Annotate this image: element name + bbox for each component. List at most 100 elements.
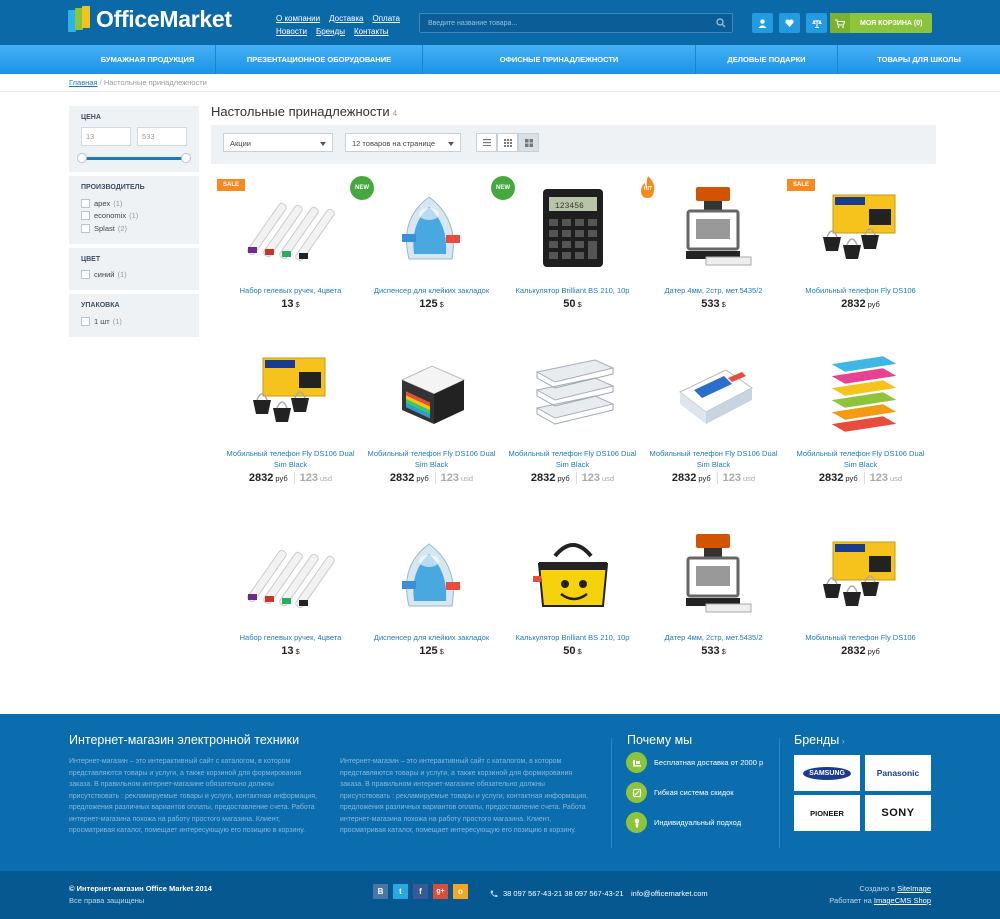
product-pens-image[interactable] <box>243 526 338 621</box>
product-name[interactable]: Диспенсер для клейких закладок <box>364 285 499 296</box>
price-slider-max-handle[interactable] <box>181 153 191 163</box>
nav-item-office[interactable]: ОФИСНЫЕ ПРИНАДЛЕЖНОСТИ <box>423 45 696 74</box>
brand-samsung[interactable]: SAMSUNG <box>794 755 860 791</box>
product-name[interactable]: Датер 4мм, 2стр, мет.5435/2 <box>646 285 781 296</box>
cart-button[interactable]: МОЯ КОРЗИНА (0) <box>830 13 932 33</box>
main-nav: БУМАЖНАЯ ПРОДУКЦИЯ ПРЕЗЕНТАЦИОННОЕ ОБОРУ… <box>0 45 1000 74</box>
search-input[interactable] <box>428 14 708 32</box>
price-currency: $ <box>577 647 582 656</box>
price-slider[interactable] <box>77 152 191 166</box>
price-max-input[interactable] <box>137 127 187 146</box>
maker-filter-title: ПРОИЗВОДИТЕЛЬ <box>81 184 145 191</box>
product-notecube-image[interactable] <box>384 342 479 437</box>
footer-divider <box>611 738 612 848</box>
filter-maker-apex[interactable]: apex (1) <box>81 197 187 210</box>
footer-about-title: Интернет-магазин электронной техники <box>69 733 300 747</box>
user-button[interactable] <box>752 13 773 33</box>
product-name[interactable]: Мобильный телефон Fly DS106 Dual Sim Bla… <box>505 448 640 470</box>
old-price-currency: usd <box>601 474 615 483</box>
link-brands[interactable]: Бренды <box>316 25 345 38</box>
new-badge: NEW <box>350 176 374 200</box>
filter-maker-economix[interactable]: economix (1) <box>81 210 187 223</box>
social-vk[interactable]: B <box>373 884 388 899</box>
compare-button[interactable] <box>806 13 827 33</box>
price-value: 125 <box>419 645 438 657</box>
price-currency: руб <box>845 474 858 483</box>
link-contacts[interactable]: Контакты <box>354 25 389 38</box>
product-price: 533 $ <box>646 298 781 310</box>
checkbox[interactable] <box>81 198 90 208</box>
product-name[interactable]: Мобильный телефон Fly DS106 Dual Sim Bla… <box>223 448 358 470</box>
product-name[interactable]: Набор гелевых ручек, 4цвета <box>223 632 358 643</box>
logo[interactable]: OfficeMarket <box>68 5 232 33</box>
product-name[interactable]: Калькулятор Brilliant BS 210, 10р <box>505 285 640 296</box>
product-dispenser-image[interactable] <box>384 526 479 621</box>
price-value: 13 <box>281 645 294 657</box>
grid-small-icon <box>503 138 512 147</box>
social-facebook[interactable]: f <box>413 884 428 899</box>
link-news[interactable]: Новости <box>276 25 307 38</box>
product-name[interactable]: Калькулятор Brilliant BS 210, 10р <box>505 632 640 643</box>
product-stamp-image[interactable] <box>666 526 761 621</box>
product-name[interactable]: Мобильный телефон Fly DS106 Dual Sim Bla… <box>364 448 499 470</box>
product-colortrays-image[interactable] <box>813 342 908 437</box>
product-name[interactable]: Мобильный телефон Fly DS106 Dual Sim Bla… <box>793 448 928 470</box>
product-clips-image[interactable] <box>243 342 338 437</box>
breadcrumb-home[interactable]: Главная <box>69 78 98 87</box>
brand-sony[interactable]: SONY <box>865 795 931 831</box>
breadcrumb-current: Настольные принадлежности <box>103 78 207 87</box>
cart-label: МОЯ КОРЗИНА (0) <box>860 19 923 27</box>
brand-panasonic[interactable]: Panasonic <box>865 755 931 791</box>
nav-item-presentation[interactable]: ПРЕЗЕНТАЦИОННОЕ ОБОРУДОВАНИЕ <box>216 45 423 74</box>
price-value: 2832 <box>671 472 697 484</box>
link-delivery[interactable]: Доставка <box>329 12 363 25</box>
product-paper-image[interactable] <box>666 342 761 437</box>
brand-pioneer[interactable]: PIONEER <box>794 795 860 831</box>
filter-pack-1pc[interactable]: 1 шт (1) <box>81 315 187 328</box>
filter-color-blue[interactable]: синий (1) <box>81 269 187 282</box>
checkbox[interactable] <box>81 270 90 280</box>
filter-maker-splast[interactable]: Splast (2) <box>81 222 187 235</box>
product-dispenser-image[interactable] <box>384 179 479 274</box>
checkbox[interactable] <box>81 316 90 326</box>
price-min-input[interactable] <box>81 127 131 146</box>
product-bag-image[interactable] <box>525 526 620 621</box>
search-icon[interactable] <box>716 18 726 28</box>
color-filter-title: ЦВЕТ <box>81 255 101 263</box>
product-trays-image[interactable] <box>525 342 620 437</box>
link-about[interactable]: О компании <box>276 12 320 25</box>
price-slider-min-handle[interactable] <box>77 153 87 163</box>
nav-item-gifts[interactable]: ДЕЛОВЫЕ ПОДАРКИ <box>696 45 838 74</box>
product-name[interactable]: Датер 4мм, 2стр, мет.5435/2 <box>646 632 781 643</box>
nav-item-paper[interactable]: БУМАЖНАЯ ПРОДУКЦИЯ <box>68 45 216 74</box>
view-grid-large-button[interactable] <box>518 133 539 152</box>
social-odnoklassniki[interactable]: o <box>453 884 468 899</box>
imagecms-link[interactable]: ImageCMS Shop <box>874 896 931 905</box>
product-clips-image[interactable] <box>813 179 908 274</box>
sort-select[interactable]: Акции <box>223 133 333 152</box>
product-name[interactable]: Мобильный телефон Fly DS106 Dual Sim Bla… <box>646 448 781 470</box>
product-name[interactable]: Набор гелевых ручек, 4цвета <box>223 285 358 296</box>
checkbox[interactable] <box>81 223 90 233</box>
footer-about-text-2: Интернет-магазин – это интерактивный сай… <box>340 758 589 834</box>
email-link[interactable]: info@officemarket.com <box>631 889 708 898</box>
product-name[interactable]: Мобильный телефон Fly DS106 <box>793 632 928 643</box>
product-clips-image[interactable] <box>813 526 908 621</box>
per-page-select[interactable]: 12 товаров на странице <box>345 133 461 152</box>
wishlist-button[interactable] <box>779 13 800 33</box>
product-name[interactable]: Мобильный телефон Fly DS106 <box>793 285 928 296</box>
link-payment[interactable]: Оплата <box>372 12 400 25</box>
view-grid-small-button[interactable] <box>497 133 518 152</box>
social-twitter[interactable]: t <box>393 884 408 899</box>
product-calculator-image[interactable]: 123456 <box>525 179 620 274</box>
product-name[interactable]: Диспенсер для клейких закладок <box>364 632 499 643</box>
view-list-button[interactable] <box>476 133 497 152</box>
social-google-plus[interactable]: g+ <box>433 884 448 899</box>
product-stamp-image[interactable] <box>666 179 761 274</box>
siteimage-link[interactable]: SiteImage <box>897 884 931 893</box>
price-currency: руб <box>416 474 429 483</box>
product-pens-image[interactable] <box>243 179 338 274</box>
footer-brands-title[interactable]: Бренды › <box>794 733 845 747</box>
checkbox[interactable] <box>81 211 90 221</box>
nav-item-school[interactable]: ТОВАРЫ ДЛЯ ШКОЛЫ <box>838 45 1000 74</box>
